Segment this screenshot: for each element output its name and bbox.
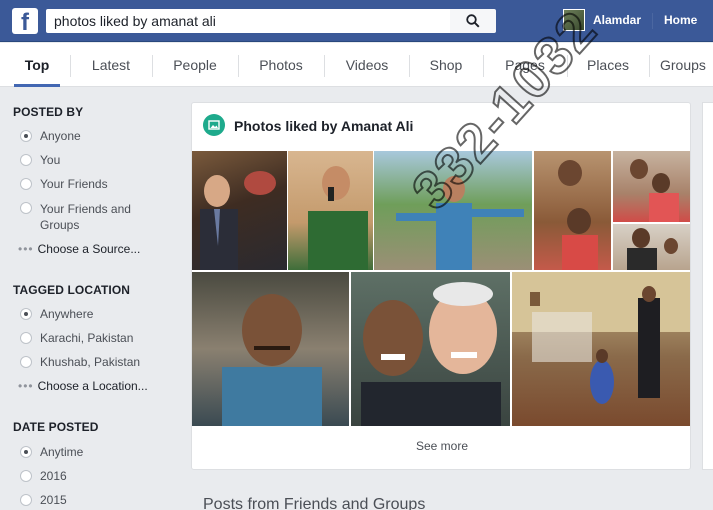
photo-thumbnail[interactable]: [192, 272, 349, 426]
profile-link[interactable]: Alamdar: [593, 13, 641, 27]
filter-option-2016[interactable]: 2016: [20, 469, 67, 483]
radio-selected[interactable]: [20, 308, 32, 320]
filter-option-2015[interactable]: 2015: [20, 493, 67, 507]
results-title[interactable]: Photos liked by Amanat Ali: [234, 118, 413, 134]
radio[interactable]: [20, 494, 32, 506]
filter-heading-tagged-location: TAGGED LOCATION: [13, 283, 131, 297]
filter-option-anytime[interactable]: Anytime: [20, 445, 83, 459]
filter-option-you[interactable]: You: [20, 153, 60, 167]
tab-separator: [649, 55, 650, 77]
radio[interactable]: [20, 178, 32, 190]
radio[interactable]: [20, 332, 32, 344]
top-bar: f photos liked by amanat ali Alamdar Hom…: [0, 0, 713, 42]
filter-sidebar: POSTED BY Anyone You Your Friends Your F…: [0, 88, 182, 510]
search-icon: [466, 14, 480, 28]
filter-heading-date-posted: DATE POSTED: [13, 420, 99, 434]
photo-thumbnail[interactable]: [192, 151, 287, 270]
more-dots-icon: •••: [18, 379, 34, 393]
topbar-divider: [652, 13, 653, 29]
search-input[interactable]: photos liked by amanat ali: [46, 9, 450, 33]
radio-selected[interactable]: [20, 130, 32, 142]
user-avatar[interactable]: [563, 9, 585, 31]
tab-places[interactable]: Places: [568, 43, 648, 87]
radio[interactable]: [20, 202, 32, 214]
photo-thumbnail[interactable]: [512, 272, 690, 426]
tab-photos[interactable]: Photos: [239, 43, 323, 87]
photo-thumbnail[interactable]: [288, 151, 373, 270]
filter-option-anyone[interactable]: Anyone: [20, 129, 81, 143]
more-dots-icon: •••: [18, 242, 34, 256]
choose-source-link[interactable]: ••• Choose a Source...: [18, 242, 140, 256]
radio[interactable]: [20, 154, 32, 166]
photos-result-card: Photos liked by Amanat Ali See more: [191, 102, 691, 470]
tab-top[interactable]: Top: [14, 43, 60, 87]
photo-thumbnail[interactable]: [613, 224, 690, 270]
radio-selected[interactable]: [20, 446, 32, 458]
posts-section-heading: Posts from Friends and Groups: [203, 496, 426, 510]
tab-shop[interactable]: Shop: [410, 43, 482, 87]
filter-option-khushab[interactable]: Khushab, Pakistan: [20, 355, 140, 369]
photo-thumbnail[interactable]: [534, 151, 611, 270]
facebook-logo[interactable]: f: [12, 8, 38, 34]
photo-icon: [203, 114, 225, 136]
tab-people[interactable]: People: [153, 43, 237, 87]
search-button[interactable]: [450, 9, 496, 33]
filter-option-your-friends[interactable]: Your Friends: [20, 177, 108, 191]
tab-pages[interactable]: Pages: [484, 43, 566, 87]
tab-groups[interactable]: Groups: [660, 43, 713, 87]
filter-option-karachi[interactable]: Karachi, Pakistan: [20, 331, 133, 345]
radio[interactable]: [20, 356, 32, 368]
photo-thumbnail[interactable]: [374, 151, 532, 270]
choose-location-link[interactable]: ••• Choose a Location...: [18, 379, 148, 393]
home-link[interactable]: Home: [664, 13, 697, 27]
see-more-link[interactable]: See more: [192, 439, 690, 453]
filter-option-friends-and-groups[interactable]: Your Friends and Groups: [20, 201, 170, 233]
search-tabs: Top Latest People Photos Videos Shop Pag…: [0, 43, 713, 87]
photo-thumbnail[interactable]: [613, 151, 690, 222]
tab-latest[interactable]: Latest: [71, 43, 151, 87]
filter-heading-posted-by: POSTED BY: [13, 105, 84, 119]
radio[interactable]: [20, 470, 32, 482]
filter-option-anywhere[interactable]: Anywhere: [20, 307, 93, 321]
photo-thumbnail[interactable]: [351, 272, 510, 426]
tab-videos[interactable]: Videos: [325, 43, 409, 87]
right-column-card: [702, 102, 713, 470]
